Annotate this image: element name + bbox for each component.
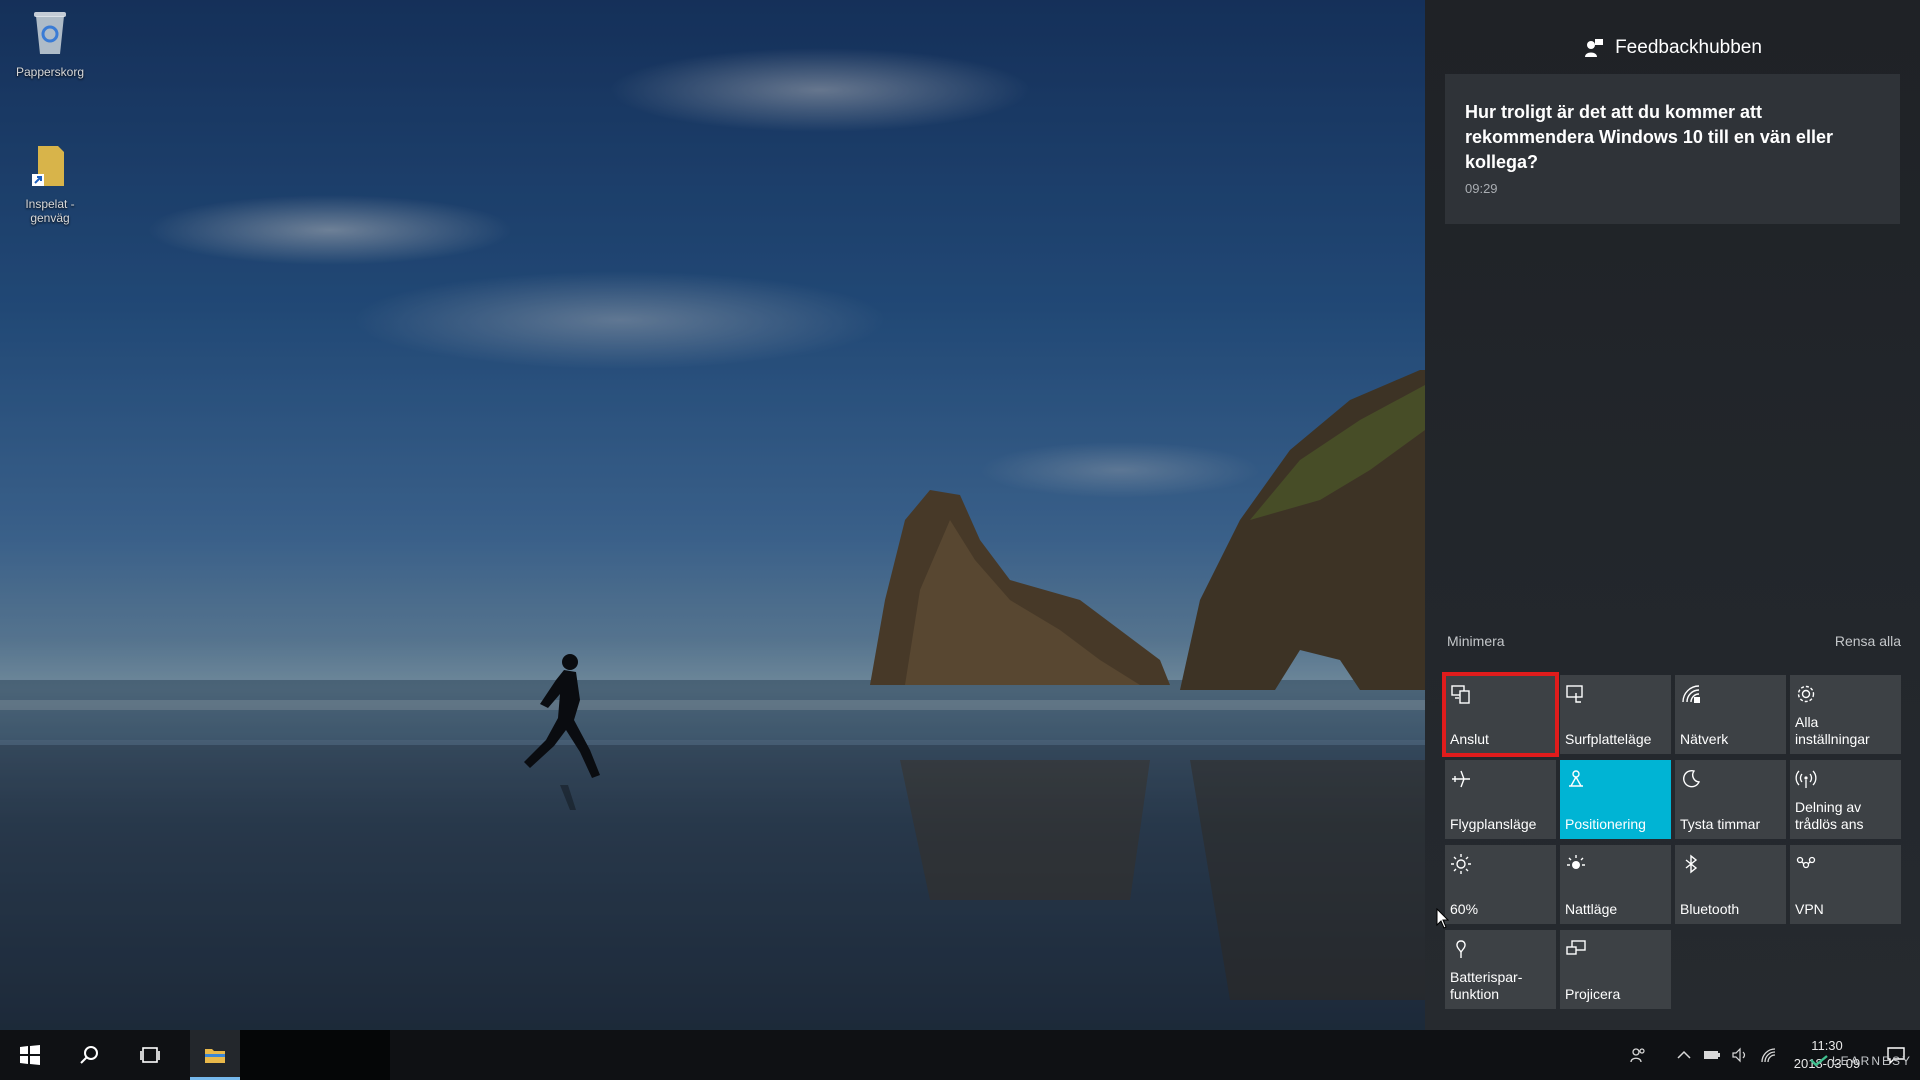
- recycle-bin-icon: [34, 12, 66, 54]
- windows-logo-icon: [20, 1045, 40, 1065]
- quick-action-label: Tysta timmar: [1680, 816, 1761, 832]
- desktop-icon-label: Inspelat - genväg: [25, 197, 75, 225]
- quick-action-connect[interactable]: Anslut: [1442, 672, 1559, 757]
- file-explorer-icon: [205, 1049, 225, 1063]
- quick-action-label: Nätverk: [1680, 731, 1729, 747]
- quick-action-label: Flygplansläge: [1450, 816, 1537, 832]
- network-icon: [1682, 685, 1700, 703]
- quick-action-brightness[interactable]: 60%: [1445, 845, 1556, 924]
- battery-button[interactable]: [1698, 1030, 1726, 1080]
- chevron-up-icon: [1677, 1050, 1691, 1059]
- quick-action-hotspot[interactable]: Delning av trådlös ans: [1790, 760, 1901, 839]
- volume-button[interactable]: [1726, 1030, 1754, 1080]
- quick-action-label: Projicera: [1565, 986, 1621, 1002]
- quick-action-label: 60%: [1450, 901, 1479, 917]
- task-view-icon: [140, 1047, 160, 1063]
- quick-action-airplane[interactable]: Flygplansläge: [1445, 760, 1556, 839]
- quick-action-bluetooth[interactable]: Bluetooth: [1675, 845, 1786, 924]
- taskbar-blank-area: [240, 1030, 390, 1080]
- night-light-icon: [1567, 855, 1585, 869]
- collapse-link[interactable]: Minimera: [1447, 633, 1505, 653]
- brightness-icon: [1451, 854, 1471, 874]
- notification-group-header[interactable]: Feedbackhubben: [1425, 30, 1920, 66]
- clock-time: 11:30: [1811, 1038, 1843, 1053]
- file-explorer-button[interactable]: [190, 1030, 240, 1080]
- tablet-mode-icon: [1566, 685, 1583, 703]
- quick-actions-links: Minimera Rensa alla: [1447, 633, 1901, 653]
- show-hidden-icons-button[interactable]: [1670, 1030, 1698, 1080]
- speaker-icon: [1732, 1047, 1746, 1063]
- wifi-icon: [1761, 1048, 1776, 1063]
- feedback-hub-icon: [1585, 39, 1604, 57]
- quick-action-location[interactable]: Positionering: [1560, 760, 1671, 839]
- taskbar: 11:30 2018-03-09 LEARNESY: [0, 1030, 1920, 1080]
- project-icon: [1566, 940, 1586, 955]
- quick-action-network[interactable]: Nätverk: [1675, 675, 1786, 754]
- people-icon: [1630, 1048, 1645, 1063]
- location-icon: [1569, 770, 1583, 787]
- quick-action-label: Positionering: [1565, 816, 1646, 832]
- quick-action-night-light[interactable]: Nattläge: [1560, 845, 1671, 924]
- notification-card[interactable]: Hur troligt är det att du kommer att rek…: [1445, 74, 1900, 224]
- watermark-text: LEARNESY: [1831, 1054, 1912, 1068]
- quick-action-label: Alla inställningar: [1795, 714, 1870, 747]
- people-button[interactable]: [1624, 1030, 1652, 1080]
- desktop-icon-shortcut[interactable]: Inspelat - genväg: [10, 140, 90, 225]
- watermark-logo-icon: [1810, 1055, 1828, 1067]
- notification-time: 09:29: [1465, 181, 1498, 196]
- start-button[interactable]: [5, 1030, 55, 1080]
- clear-all-link[interactable]: Rensa alla: [1835, 633, 1901, 653]
- settings-gear-icon: [1797, 685, 1815, 703]
- quick-action-label: Batterispar- funktion: [1450, 969, 1523, 1002]
- quick-action-label: Delning av trådlös ans: [1795, 799, 1864, 832]
- connect-icon: [1451, 685, 1470, 704]
- mouse-cursor-icon: [1436, 908, 1450, 929]
- hotspot-icon: [1795, 770, 1817, 788]
- moon-icon: [1683, 769, 1701, 788]
- quick-action-moon[interactable]: Tysta timmar: [1675, 760, 1786, 839]
- notification-text: Hur troligt är det att du kommer att rek…: [1465, 102, 1833, 172]
- quick-action-battery-saver[interactable]: Batterispar- funktion: [1445, 930, 1556, 1009]
- search-icon: [80, 1046, 98, 1064]
- task-view-button[interactable]: [125, 1030, 175, 1080]
- folder-shortcut-icon: [32, 146, 64, 186]
- desktop-icon-label: Papperskorg: [15, 65, 85, 79]
- learnesy-watermark: LEARNESY: [1810, 1054, 1912, 1068]
- quick-action-project[interactable]: Projicera: [1560, 930, 1671, 1009]
- battery-icon: [1704, 1051, 1720, 1059]
- action-center-panel: Feedbackhubben Hur troligt är det att du…: [1425, 0, 1920, 1030]
- network-tray-button[interactable]: [1754, 1030, 1782, 1080]
- battery-saver-icon: [1456, 940, 1466, 958]
- quick-action-settings-gear[interactable]: Alla inställningar: [1790, 675, 1901, 754]
- quick-action-label: Nattläge: [1565, 901, 1618, 917]
- search-button[interactable]: [65, 1030, 115, 1080]
- bluetooth-icon: [1685, 854, 1698, 874]
- desktop-icon-recycle-bin[interactable]: Papperskorg: [10, 8, 90, 79]
- vpn-icon: [1796, 856, 1816, 869]
- quick-action-label: Bluetooth: [1680, 901, 1740, 917]
- quick-action-tiles: Anslut Surfplatteläge Nätverk Alla inställn…: [1442, 672, 1905, 1009]
- quick-action-vpn[interactable]: VPN: [1790, 845, 1901, 924]
- quick-action-label: Surfplatteläge: [1565, 731, 1652, 747]
- quick-action-label: VPN: [1795, 901, 1824, 917]
- airplane-icon: [1452, 770, 1470, 788]
- runner-silhouette: [524, 654, 600, 810]
- quick-action-label: Anslut: [1450, 731, 1489, 747]
- quick-action-tablet-mode[interactable]: Surfplatteläge: [1560, 675, 1671, 754]
- notification-group-title: Feedbackhubben: [1615, 37, 1762, 58]
